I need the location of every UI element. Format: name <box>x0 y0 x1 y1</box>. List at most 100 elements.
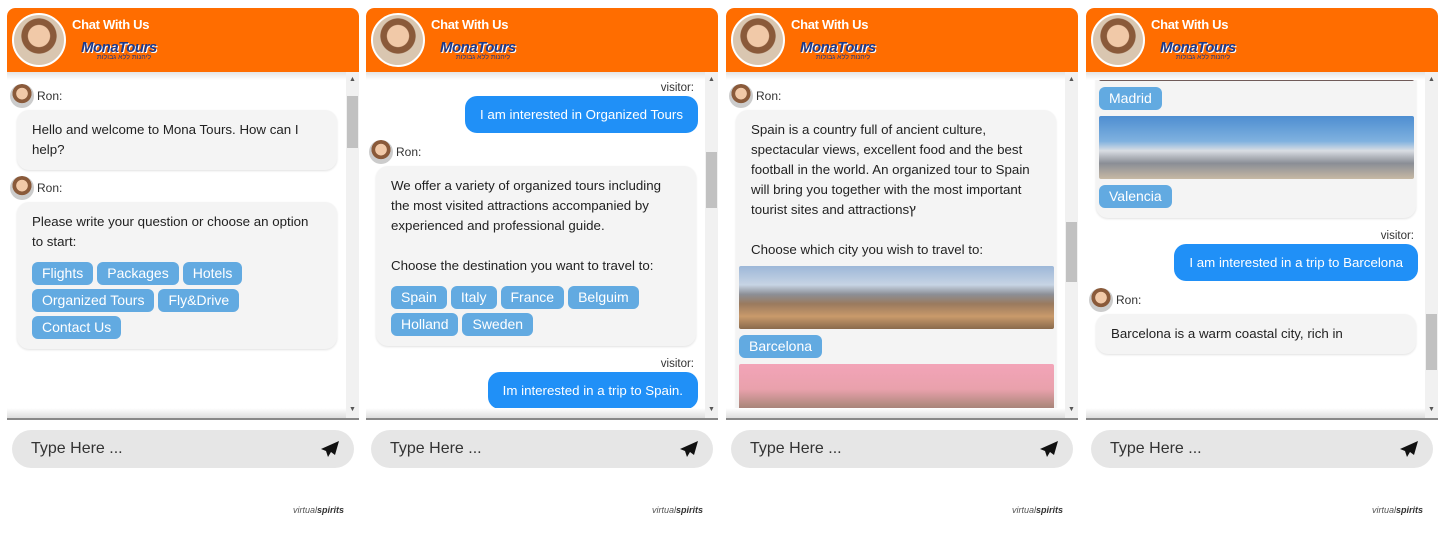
option-button-packages[interactable]: Packages <box>97 262 179 285</box>
option-button-fly-drive[interactable]: Fly&Drive <box>158 289 240 312</box>
chat-title: Chat With Us <box>431 17 509 32</box>
agent-name: Ron: <box>37 89 63 103</box>
scroll-up-arrow-icon[interactable]: ▲ <box>1425 74 1438 86</box>
scroll-down-arrow-icon[interactable]: ▼ <box>1065 404 1078 416</box>
scroll-down-arrow-icon[interactable]: ▼ <box>346 404 359 416</box>
agent-avatar-small <box>10 84 34 108</box>
quick-replies: Flights Packages Hotels Organized Tours Fly&… <box>32 262 323 339</box>
message-input-container: Type Here ... <box>12 430 354 468</box>
scrollbar-thumb[interactable] <box>1426 314 1437 370</box>
visitor-label: visitor: <box>660 358 694 370</box>
virtualspirits-branding: virtualspirits <box>1012 505 1063 515</box>
message-text: Hello and welcome to Mona Tours. How can… <box>32 122 303 157</box>
message-list: Ron: Hello and welcome to Mona Tours. How… <box>7 78 345 349</box>
message-input[interactable] <box>30 430 310 468</box>
agent-name-row: Ron: <box>10 176 345 200</box>
agent-avatar-small <box>369 140 393 164</box>
scroll-down-arrow-icon[interactable]: ▼ <box>705 404 718 416</box>
agent-avatar-small <box>1089 288 1113 312</box>
agent-name: Ron: <box>756 89 782 103</box>
scrollbar[interactable]: ▲ ▼ <box>1425 72 1438 418</box>
option-button-hotels[interactable]: Hotels <box>182 262 243 285</box>
valencia-image[interactable] <box>1099 116 1414 179</box>
chat-title: Chat With Us <box>1151 17 1229 32</box>
message-input-container: Type Here ... <box>1091 430 1433 468</box>
barcelona-image[interactable] <box>739 266 1054 329</box>
visitor-message: I am interested in a trip to Barcelona <box>1174 244 1418 281</box>
option-button-contact-us[interactable]: Contact Us <box>32 316 122 339</box>
scroll-up-arrow-icon[interactable]: ▲ <box>705 74 718 86</box>
agent-name: Ron: <box>396 145 422 159</box>
message-list: Madrid Valencia visitor: I am interested in… <box>1086 72 1424 354</box>
agent-name: Ron: <box>1116 293 1142 307</box>
visitor-message: Im interested in a trip to Spain. <box>487 372 698 409</box>
brand-suffix: spirits <box>675 505 703 515</box>
scroll-up-arrow-icon[interactable]: ▲ <box>346 74 359 86</box>
image-label-wrap: Madrid <box>1099 81 1402 110</box>
message-input-container: Type Here ... <box>731 430 1073 468</box>
chat-messages: Ron: Spain is a country full of ancient c… <box>726 72 1078 420</box>
madrid-image[interactable] <box>1099 72 1414 81</box>
option-button-organized-tours[interactable]: Organized Tours <box>32 289 155 312</box>
chat-header: Chat With Us MonaTours ליהנות ללא גבולות <box>366 8 718 72</box>
message-list: Ron: Spain is a country full of ancient c… <box>726 78 1064 418</box>
barcelona-option-button[interactable]: Barcelona <box>739 335 823 358</box>
scroll-down-arrow-icon[interactable]: ▼ <box>1425 404 1438 416</box>
message-text: Spain is a country full of ancient cultu… <box>751 122 1030 257</box>
visitor-label: visitor: <box>660 82 694 94</box>
chat-messages: Ron: Hello and welcome to Mona Tours. How… <box>7 72 359 420</box>
agent-avatar <box>731 13 785 67</box>
madrid-image[interactable] <box>739 364 1054 418</box>
image-label-wrap: Valencia <box>1099 179 1402 208</box>
agent-name-row: Ron: <box>729 84 1064 108</box>
brand-prefix: virtual <box>1011 505 1036 515</box>
chat-header: Chat With Us MonaTours ליהנות ללא גבולות <box>726 8 1078 72</box>
option-button-italy[interactable]: Italy <box>450 286 497 309</box>
agent-name-row: Ron: <box>1089 288 1424 312</box>
brand-prefix: virtual <box>1371 505 1396 515</box>
option-button-france[interactable]: France <box>500 286 565 309</box>
scrollbar[interactable]: ▲ ▼ <box>1065 72 1078 418</box>
agent-name-row: Ron: <box>369 140 704 164</box>
quick-replies: Spain Italy France Belguim Holland Sweden <box>391 286 682 336</box>
message-input[interactable] <box>749 430 1029 468</box>
madrid-option-button[interactable]: Madrid <box>1099 87 1162 110</box>
virtualspirits-branding: virtualspirits <box>652 505 703 515</box>
send-icon[interactable] <box>1399 440 1419 458</box>
scrollbar[interactable]: ▲ ▼ <box>346 72 359 418</box>
agent-name: Ron: <box>37 181 63 195</box>
scrollbar[interactable]: ▲ ▼ <box>705 72 718 418</box>
mona-tours-logo: MonaTours ליהנות ללא גבולות <box>81 39 167 65</box>
scroll-up-arrow-icon[interactable]: ▲ <box>1065 74 1078 86</box>
agent-avatar <box>12 13 66 67</box>
mona-tours-logo: MonaTours ליהנות ללא גבולות <box>440 39 526 65</box>
chat-title: Chat With Us <box>72 17 150 32</box>
message-input[interactable] <box>389 430 669 468</box>
option-button-holland[interactable]: Holland <box>391 313 459 336</box>
agent-message: Spain is a country full of ancient cultu… <box>736 110 1056 418</box>
scrollbar-thumb[interactable] <box>706 152 717 208</box>
mona-tours-logo: MonaTours ליהנות ללא גבולות <box>1160 39 1246 65</box>
message-input-container: Type Here ... <box>371 430 713 468</box>
chat-widget: Chat With Us MonaTours ליהנות ללא גבולות vi… <box>366 8 718 531</box>
scrollbar-thumb[interactable] <box>1066 222 1077 282</box>
send-icon[interactable] <box>1039 440 1059 458</box>
option-button-spain[interactable]: Spain <box>391 286 447 309</box>
chat-widget: Chat With Us MonaTours ליהנות ללא גבולות Ro… <box>7 8 359 531</box>
message-input[interactable] <box>1109 430 1389 468</box>
valencia-option-button[interactable]: Valencia <box>1099 185 1172 208</box>
option-button-flights[interactable]: Flights <box>32 262 94 285</box>
scrollbar-thumb[interactable] <box>347 96 358 148</box>
option-button-belguim[interactable]: Belguim <box>568 286 639 309</box>
agent-avatar <box>1091 13 1145 67</box>
virtualspirits-branding: virtualspirits <box>1372 505 1423 515</box>
agent-message: We offer a variety of organized tours in… <box>376 166 696 346</box>
option-button-sweden[interactable]: Sweden <box>462 313 534 336</box>
image-label-wrap: Barcelona <box>739 329 1042 358</box>
visitor-message: I am interested in Organized Tours <box>464 96 698 133</box>
chat-title: Chat With Us <box>791 17 869 32</box>
send-icon[interactable] <box>679 440 699 458</box>
send-icon[interactable] <box>320 440 340 458</box>
